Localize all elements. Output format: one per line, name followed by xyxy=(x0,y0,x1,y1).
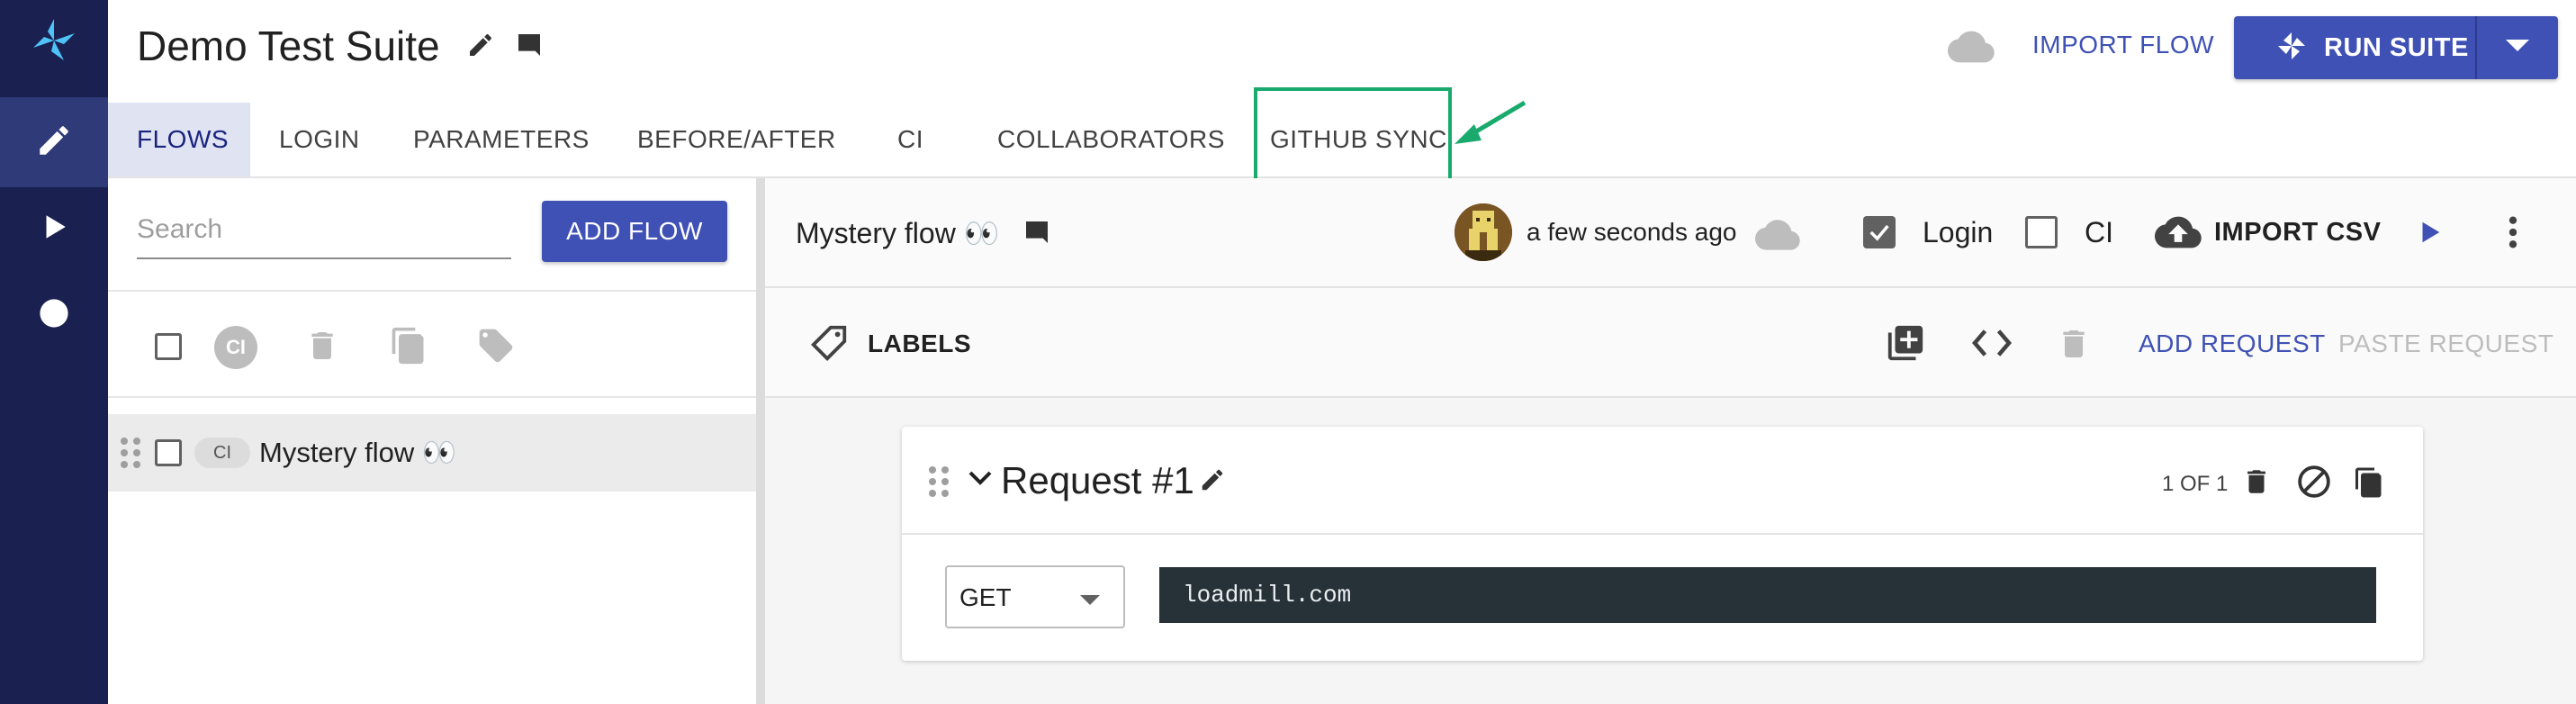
select-all-checkbox[interactable] xyxy=(155,333,182,360)
copy-icon[interactable] xyxy=(389,324,428,372)
last-saved-text: a few seconds ago xyxy=(1527,218,1737,246)
code-icon[interactable] xyxy=(1971,326,2013,365)
sidebar-item-edit[interactable] xyxy=(0,97,108,187)
run-suite-button[interactable]: RUN SUITE xyxy=(2234,16,2558,79)
avatar xyxy=(1455,203,1512,261)
url-input[interactable]: loadmill.com xyxy=(1159,567,2376,623)
comment-icon[interactable] xyxy=(515,31,544,64)
run-suite-label: RUN SUITE xyxy=(2324,32,2469,62)
login-checkbox[interactable] xyxy=(1863,216,1896,248)
add-request-button[interactable]: ADD REQUEST xyxy=(2139,329,2326,358)
trash-icon[interactable] xyxy=(2241,465,2272,503)
request-title[interactable]: Request #1 xyxy=(1001,459,1194,502)
flow-title[interactable]: Mystery flow 👀 xyxy=(796,216,1000,250)
paste-request-button[interactable]: PASTE REQUEST xyxy=(2338,329,2553,358)
tab-before-after[interactable]: BEFORE/AFTER xyxy=(637,103,836,176)
tab-ci[interactable]: CI xyxy=(897,103,923,176)
edit-title-icon[interactable] xyxy=(466,31,495,64)
add-flow-button[interactable]: ADD FLOW xyxy=(542,201,727,262)
request-card: Request #1 1 OF 1 GET loadmill.com xyxy=(902,427,2423,661)
cloud-icon xyxy=(1947,29,1995,69)
ci-toggle-icon[interactable]: CI xyxy=(214,326,257,369)
delete-sweep-icon[interactable] xyxy=(2056,324,2092,368)
panel-resize-handle[interactable] xyxy=(756,178,765,704)
request-counter: 1 OF 1 xyxy=(2162,472,2229,496)
sidebar-item-run[interactable] xyxy=(0,184,108,274)
add-to-library-icon[interactable] xyxy=(1885,322,1926,368)
play-icon xyxy=(39,212,69,247)
flow-checkbox[interactable] xyxy=(155,439,182,466)
ci-label[interactable]: CI xyxy=(2085,216,2113,249)
pinwheel-icon xyxy=(2275,30,2308,67)
play-icon[interactable] xyxy=(2416,218,2443,251)
tab-parameters[interactable]: PARAMETERS xyxy=(413,103,590,176)
tab-login[interactable]: LOGIN xyxy=(279,103,360,176)
cloud-icon xyxy=(1754,218,1800,257)
search-field[interactable] xyxy=(137,203,511,259)
tab-flows[interactable]: FLOWS xyxy=(108,103,250,176)
search-input[interactable] xyxy=(137,203,511,256)
more-vert-icon[interactable] xyxy=(2506,214,2520,255)
chevron-down-icon[interactable] xyxy=(968,470,992,491)
dot-icon xyxy=(39,298,69,333)
edit-request-icon[interactable] xyxy=(1199,466,1226,498)
page-title: Demo Test Suite xyxy=(137,23,440,69)
run-suite-main[interactable]: RUN SUITE xyxy=(2234,16,2475,79)
flow-list-item[interactable]: CI Mystery flow 👀 xyxy=(108,414,756,492)
tab-collaborators[interactable]: COLLABORATORS xyxy=(997,103,1225,176)
flow-editor: Mystery flow 👀 a few seconds ago Login C… xyxy=(765,178,2576,704)
caret-down-icon xyxy=(2506,39,2529,57)
pencil-icon xyxy=(35,122,73,164)
label-icon[interactable] xyxy=(475,326,517,370)
flow-name[interactable]: Mystery flow 👀 xyxy=(259,436,456,469)
method-select[interactable]: GET xyxy=(945,565,1125,628)
flows-toolbar: CI xyxy=(108,290,756,398)
annotation-arrow-icon xyxy=(1451,99,1528,154)
trash-icon[interactable] xyxy=(304,326,340,370)
ci-chip[interactable]: CI xyxy=(194,438,250,468)
disable-icon[interactable] xyxy=(2297,465,2331,503)
request-toolbar: LABELS ADD REQUEST PASTE REQUEST xyxy=(765,288,2576,398)
comment-icon[interactable] xyxy=(1022,218,1051,251)
duplicate-icon[interactable] xyxy=(2353,465,2385,505)
flows-panel: ADD FLOW CI CI Mystery flow 👀 xyxy=(108,178,756,704)
labels-button[interactable]: LABELS xyxy=(868,329,971,358)
flow-editor-header: Mystery flow 👀 a few seconds ago Login C… xyxy=(765,178,2576,288)
drag-handle-icon[interactable] xyxy=(929,466,949,497)
github-sync-highlight-box xyxy=(1254,87,1452,185)
sidebar xyxy=(0,0,108,704)
sidebar-item-record[interactable] xyxy=(0,270,108,360)
caret-down-icon xyxy=(1080,595,1100,605)
method-value: GET xyxy=(959,583,1012,611)
label-outline-icon[interactable] xyxy=(808,322,850,368)
drag-handle-icon[interactable] xyxy=(121,438,140,468)
import-csv-button[interactable]: IMPORT CSV xyxy=(2214,218,2381,248)
login-label[interactable]: Login xyxy=(1923,216,1993,249)
request-card-header[interactable]: Request #1 1 OF 1 xyxy=(902,427,2423,535)
loadmill-logo-icon[interactable] xyxy=(23,14,86,68)
run-suite-dropdown[interactable] xyxy=(2477,16,2558,79)
ci-checkbox[interactable] xyxy=(2025,216,2058,248)
import-flow-button[interactable]: IMPORT FLOW xyxy=(2032,31,2214,59)
cloud-upload-icon[interactable] xyxy=(2154,214,2202,255)
